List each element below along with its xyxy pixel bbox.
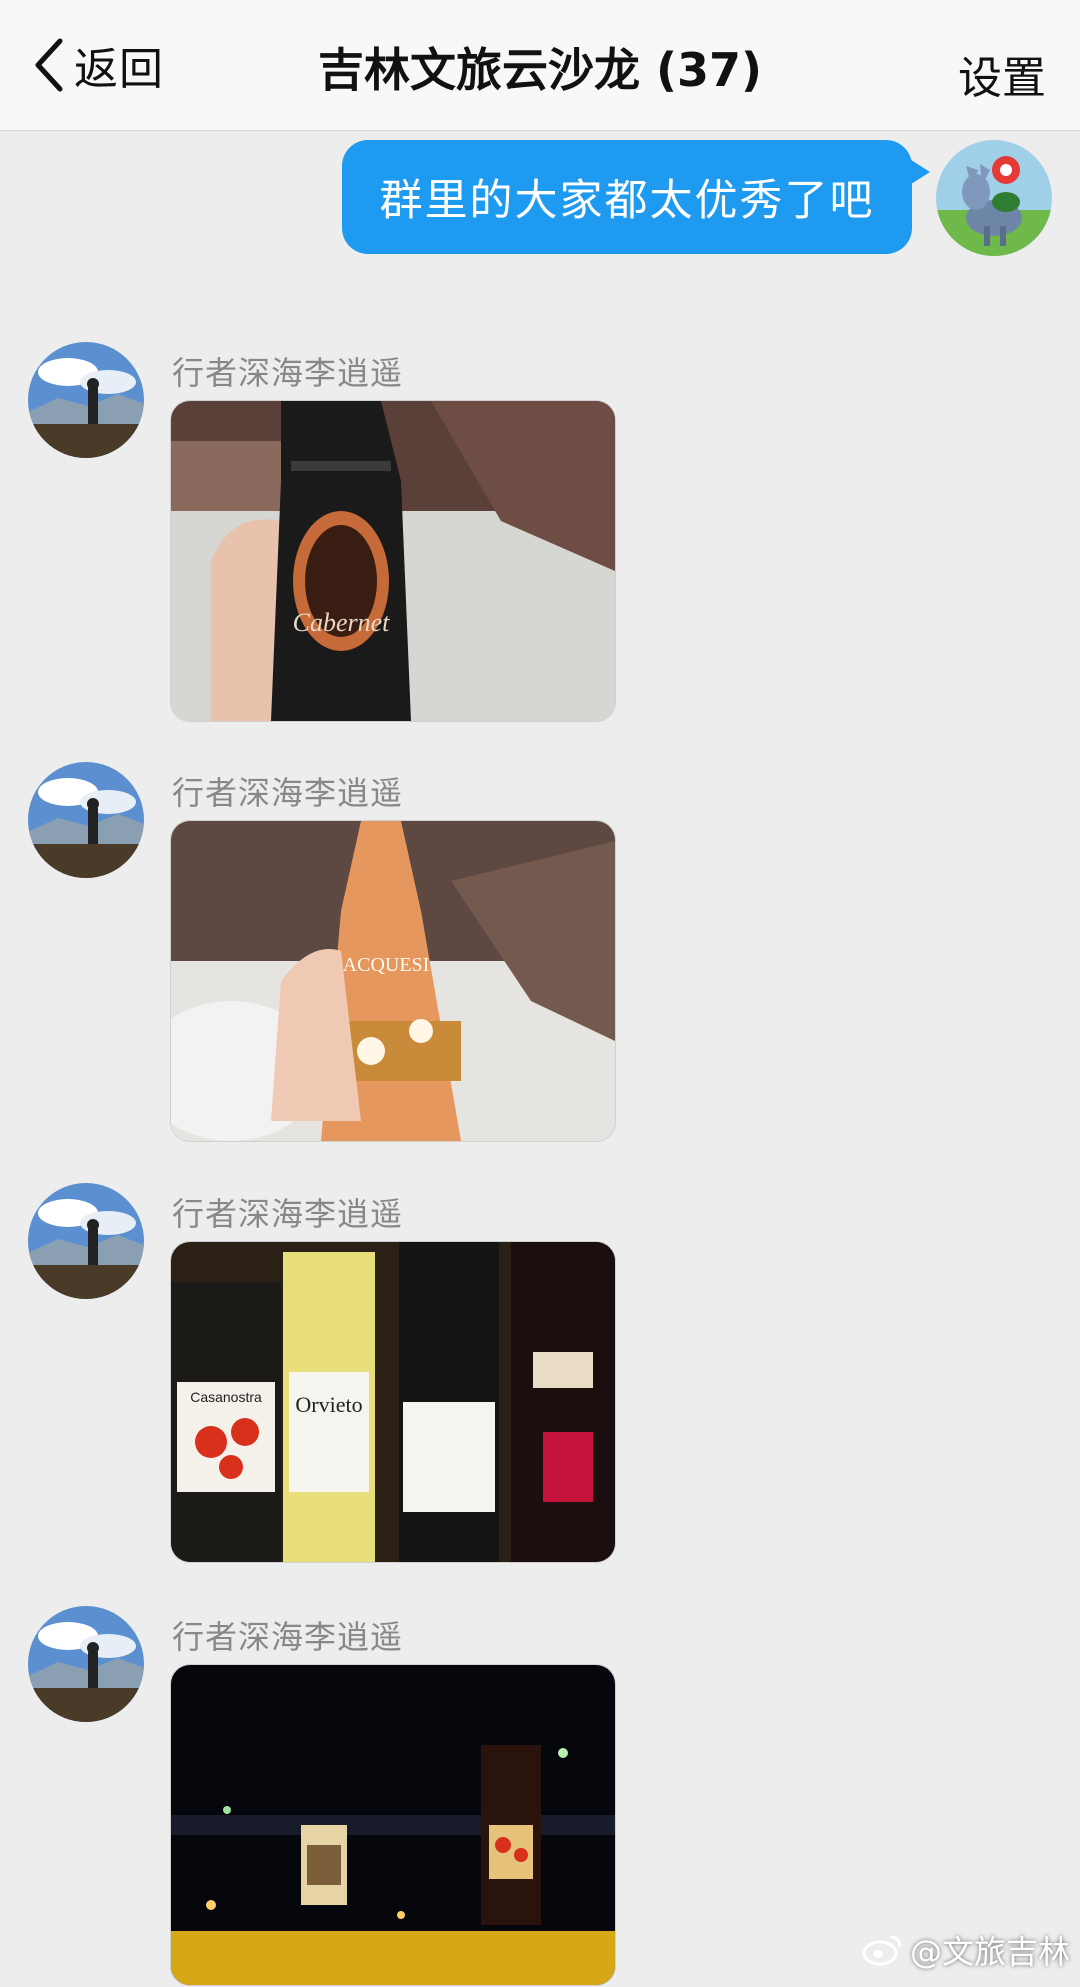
message-photo[interactable]: Cabernet <box>170 400 616 722</box>
message-photo[interactable] <box>170 1664 616 1986</box>
bottle-label: ACQUESI <box>343 954 430 976</box>
sender-avatar[interactable] <box>28 342 144 458</box>
watermark-text: @文旅吉林 <box>909 1933 1070 1971</box>
navbar: 返回 吉林文旅云沙龙 (37) 设置 <box>0 0 1080 131</box>
rose-wine-bottle-photo: ACQUESI <box>171 821 615 1141</box>
outgoing-bubble[interactable]: 群里的大家都太优秀了吧 <box>342 140 912 254</box>
mountain-avatar-image <box>28 1183 144 1299</box>
sender-name: 行者深海李逍遥 <box>172 774 404 812</box>
message-photo[interactable]: Casanostra Orvieto <box>170 1241 616 1563</box>
weibo-watermark: @文旅吉林 <box>862 1927 1070 1973</box>
mountain-avatar-image <box>28 342 144 458</box>
cabernet-wine-bottle-photo: Cabernet <box>171 401 615 721</box>
sender-name: 行者深海李逍遥 <box>172 1618 404 1656</box>
mountain-avatar-image <box>28 1606 144 1722</box>
bottle-label: Casanostra <box>190 1389 262 1405</box>
weibo-icon <box>862 1935 902 1966</box>
sender-name: 行者深海李逍遥 <box>172 354 404 392</box>
sender-avatar[interactable] <box>28 1606 144 1722</box>
settings-button[interactable]: 设置 <box>958 42 1046 106</box>
bottle-label: Orvieto <box>295 1392 362 1417</box>
night-table-wine-photo <box>171 1665 615 1985</box>
self-avatar[interactable] <box>936 140 1052 256</box>
incoming-message: 行者深海李逍遥 Cabernet <box>0 342 1080 732</box>
donkey-mascot-avatar-image <box>936 140 1052 256</box>
bottle-label: Cabernet <box>293 608 391 637</box>
message-photo[interactable]: ACQUESI <box>170 820 616 1142</box>
sender-avatar[interactable] <box>28 1183 144 1299</box>
outgoing-message: 群里的大家都太优秀了吧 <box>0 138 1080 268</box>
chat-title: 吉林文旅云沙龙 (37) <box>317 43 763 97</box>
sender-avatar[interactable] <box>28 762 144 878</box>
mountain-avatar-image <box>28 762 144 878</box>
bubble-tail <box>908 158 930 186</box>
incoming-message: 行者深海李逍遥 ACQUESI <box>0 762 1080 1152</box>
incoming-message: 行者深海李逍遥 Casanostra Orvieto <box>0 1183 1080 1573</box>
sender-name: 行者深海李逍遥 <box>172 1195 404 1233</box>
wine-shelf-photo: Casanostra Orvieto <box>171 1242 615 1562</box>
